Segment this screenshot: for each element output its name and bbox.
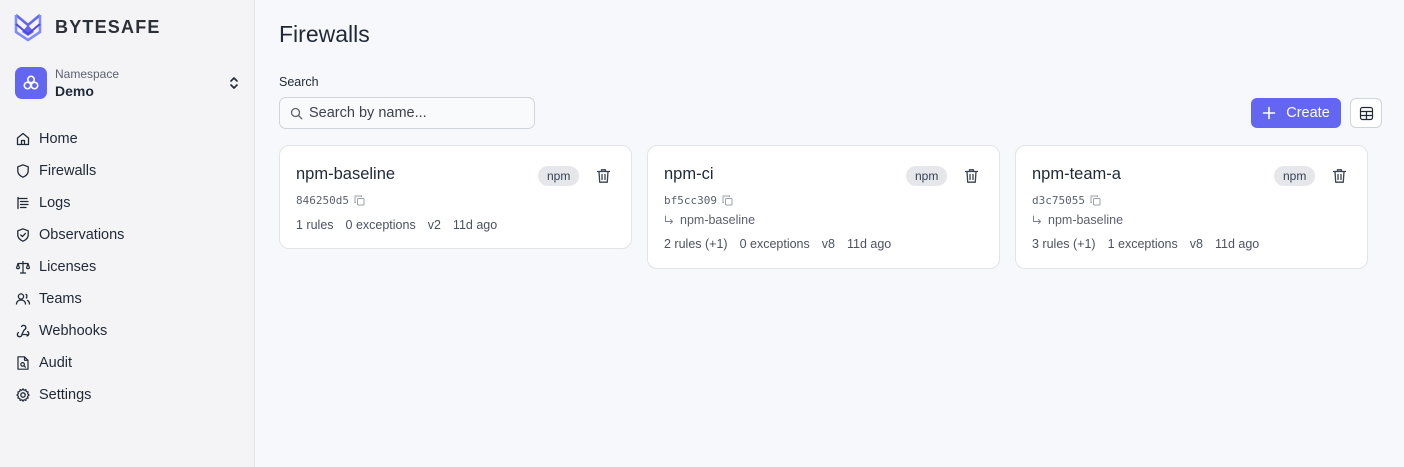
firewall-type-badge: npm (538, 166, 580, 186)
sidebar-item-home[interactable]: Home (15, 123, 124, 155)
parent-firewall: npm-baseline (1032, 213, 1123, 227)
rules-count: 2 rules (+1) (664, 237, 728, 251)
sidebar-item-label: Observations (39, 227, 125, 243)
exceptions-count: 1 exceptions (1107, 237, 1178, 251)
firewall-type-badge: npm (906, 166, 948, 186)
brand[interactable]: BYTESAFE (14, 12, 161, 42)
copy-icon[interactable] (1090, 195, 1101, 206)
sidebar-item-label: Audit (39, 355, 73, 371)
firewall-card[interactable]: npm-ci npm bf5cc309 npm-baseline 2 rules… (647, 145, 1000, 269)
firewall-type-badge: npm (1274, 166, 1316, 186)
updated-age: 11d ago (452, 218, 498, 232)
version: v8 (821, 237, 835, 251)
plus-icon (1262, 106, 1276, 120)
sidebar-item-label: Teams (39, 291, 82, 307)
firewall-name[interactable]: npm-team-a (1032, 165, 1121, 184)
chevron-up-down-icon (230, 77, 238, 89)
version: v2 (427, 218, 441, 232)
sidebar-item-label: Licenses (39, 259, 97, 275)
firewall-id: d3c75055 (1032, 194, 1085, 207)
logs-icon (17, 196, 29, 210)
trash-icon[interactable] (596, 168, 611, 184)
version: v8 (1189, 237, 1203, 251)
sidebar-item-label: Settings (39, 387, 92, 403)
copy-icon[interactable] (354, 195, 365, 206)
rules-count: 1 rules (296, 218, 334, 232)
exceptions-count: 0 exceptions (739, 237, 810, 251)
sidebar-item-logs[interactable]: Logs (15, 187, 124, 219)
sidebar-item-webhooks[interactable]: Webhooks (15, 315, 124, 347)
search-icon (290, 107, 303, 119)
brand-name: BYTESAFE (55, 16, 161, 37)
sidebar-item-label: Home (39, 131, 78, 147)
sidebar-item-firewalls[interactable]: Firewalls (15, 155, 124, 187)
trash-icon[interactable] (964, 168, 979, 184)
shield-icon (17, 164, 29, 178)
trash-icon[interactable] (1332, 168, 1347, 184)
home-icon (16, 132, 30, 146)
copy-icon[interactable] (722, 195, 733, 206)
search-label: Search (279, 75, 319, 89)
updated-age: 11d ago (1214, 237, 1260, 251)
corner-arrow-icon (1033, 215, 1041, 224)
shield-check-icon (17, 228, 29, 242)
namespace-icon (15, 67, 47, 99)
parent-firewall: npm-baseline (664, 213, 755, 227)
updated-age: 11d ago (846, 237, 892, 251)
sidebar-item-settings[interactable]: Settings (15, 379, 124, 411)
sidebar-item-observations[interactable]: Observations (15, 219, 124, 251)
webhook-icon (16, 324, 30, 338)
firewall-id: bf5cc309 (664, 194, 717, 207)
sidebar-item-teams[interactable]: Teams (15, 283, 124, 315)
sidebar-item-label: Logs (39, 195, 71, 211)
scale-icon (15, 261, 31, 274)
table-icon (1359, 106, 1373, 120)
namespace-label: Namespace (55, 67, 120, 81)
gear-icon (16, 388, 30, 402)
sidebar-item-audit[interactable]: Audit (15, 347, 124, 379)
firewall-meta: 2 rules (+1) 0 exceptions v8 11d ago (664, 237, 903, 251)
create-button-label: Create (1286, 105, 1330, 121)
firewall-name[interactable]: npm-ci (664, 165, 714, 184)
firewall-meta: 3 rules (+1) 1 exceptions v8 11d ago (1032, 237, 1271, 251)
parent-firewall-name: npm-baseline (680, 213, 756, 227)
create-button[interactable]: Create (1251, 98, 1341, 128)
sidebar-nav: Home Firewalls Logs Observations License… (15, 123, 124, 411)
search-input[interactable] (309, 105, 524, 121)
bytesafe-logo-icon (14, 14, 42, 42)
sidebar-item-label: Webhooks (39, 323, 108, 339)
sidebar-item-label: Firewalls (39, 163, 97, 179)
sidebar-item-licenses[interactable]: Licenses (15, 251, 124, 283)
firewall-card[interactable]: npm-team-a npm d3c75055 npm-baseline 3 r… (1015, 145, 1368, 269)
table-view-button[interactable] (1350, 98, 1382, 128)
page-title: Firewalls (279, 21, 370, 47)
file-search-icon (17, 356, 29, 370)
firewall-name[interactable]: npm-baseline (296, 165, 395, 184)
parent-firewall-name: npm-baseline (1048, 213, 1124, 227)
firewall-id: 846250d5 (296, 194, 349, 207)
namespace-value: Demo (55, 83, 94, 99)
firewall-card[interactable]: npm-baseline npm 846250d5 1 rules 0 exce… (279, 145, 632, 249)
users-icon (15, 293, 31, 305)
firewall-meta: 1 rules 0 exceptions v2 11d ago (296, 218, 509, 232)
search-box[interactable] (279, 97, 535, 129)
corner-arrow-icon (665, 215, 673, 224)
sidebar: BYTESAFE Namespace Demo Home Firewalls L… (0, 0, 255, 467)
rules-count: 3 rules (+1) (1032, 237, 1096, 251)
namespace-selector[interactable]: Namespace Demo (15, 65, 240, 101)
exceptions-count: 0 exceptions (345, 218, 416, 232)
